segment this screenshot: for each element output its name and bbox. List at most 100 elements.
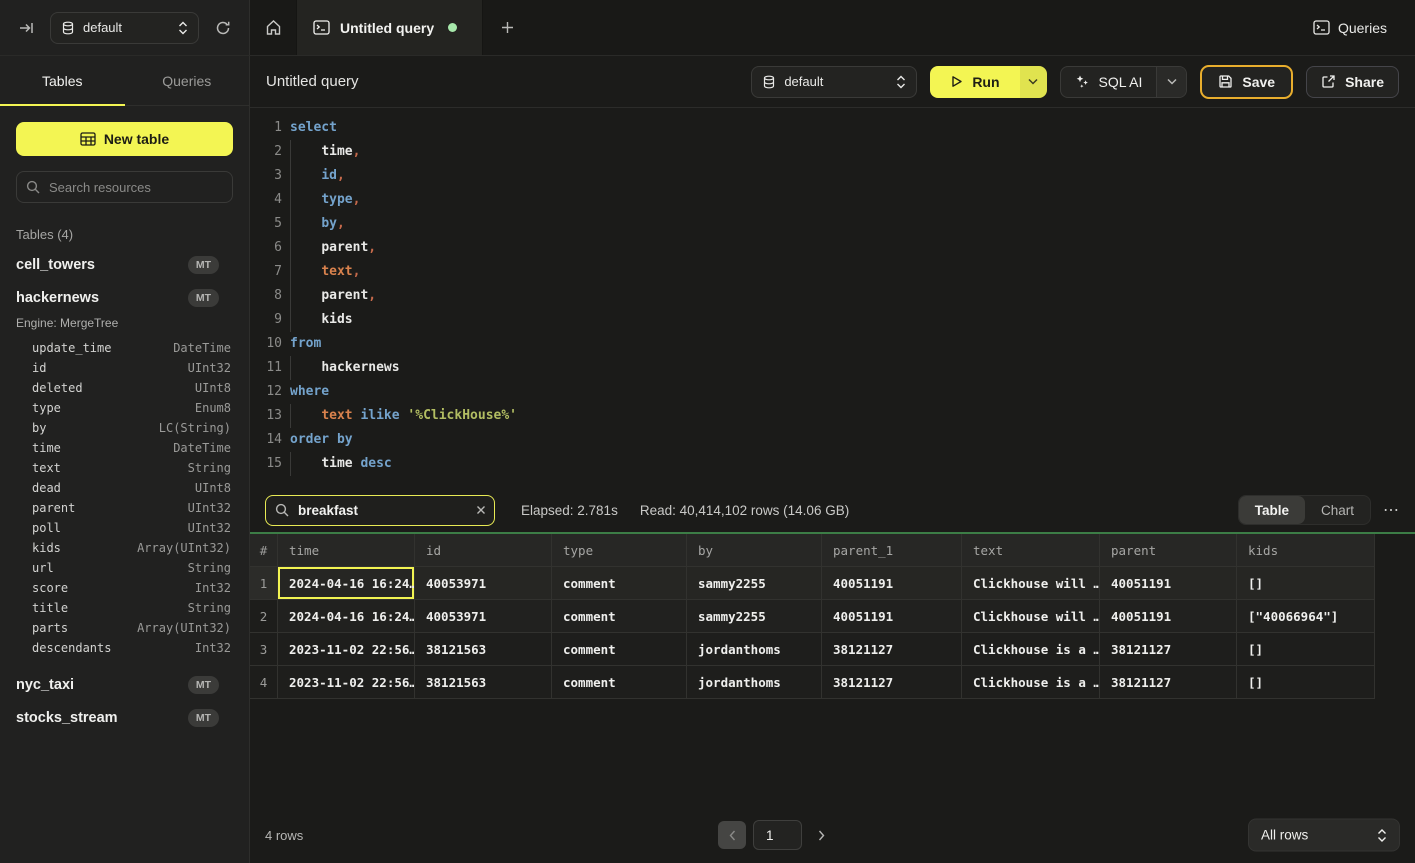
column-header[interactable]: text (962, 534, 1100, 567)
schema-column-row: textString (16, 458, 233, 478)
view-toggle: Table Chart (1238, 495, 1371, 525)
tab-untitled-query[interactable]: Untitled query (297, 0, 483, 55)
sidebar-tab-queries[interactable]: Queries (125, 56, 250, 105)
column-header[interactable]: type (552, 534, 687, 567)
table-cell[interactable]: 2024-04-16 16:24… (278, 567, 415, 600)
run-button[interactable]: Run (930, 66, 1019, 98)
line-number: 9 (250, 308, 282, 332)
table-cell[interactable]: 2024-04-16 16:24… (278, 600, 415, 633)
table-cell[interactable]: 40051191 (822, 567, 962, 600)
table-cell[interactable]: Clickhouse is a … (962, 666, 1100, 699)
results-search-input[interactable] (265, 495, 495, 526)
code-text: hackernews (290, 356, 400, 380)
column-header[interactable]: parent (1100, 534, 1237, 567)
table-cell[interactable]: 38121127 (822, 633, 962, 666)
schema-column-row: byLC(String) (16, 418, 233, 438)
table-cell[interactable]: Clickhouse will … (962, 567, 1100, 600)
view-tab-chart[interactable]: Chart (1305, 496, 1370, 524)
refresh-icon[interactable] (211, 16, 235, 40)
sql-ai-options-button[interactable] (1156, 67, 1186, 97)
column-header[interactable]: # (250, 534, 278, 567)
table-cell[interactable]: 40053971 (415, 600, 552, 633)
table-cell[interactable]: 3 (250, 633, 278, 666)
save-button[interactable]: Save (1200, 65, 1293, 99)
table-cell[interactable]: sammy2255 (687, 567, 822, 600)
sidebar-tab-tables[interactable]: Tables (0, 56, 125, 105)
table-cell[interactable]: comment (552, 600, 687, 633)
database-selector[interactable]: default (50, 12, 199, 44)
line-number: 15 (250, 452, 282, 476)
queries-button[interactable]: Queries (1313, 0, 1415, 55)
run-options-button[interactable] (1020, 66, 1047, 98)
table-cell[interactable]: sammy2255 (687, 600, 822, 633)
table-cell[interactable]: 38121563 (415, 633, 552, 666)
sql-ai-label: SQL AI (1099, 74, 1143, 90)
table-list-item[interactable]: hackernewsMT (16, 281, 233, 314)
table-cell[interactable]: [] (1237, 666, 1375, 699)
external-link-icon (1321, 74, 1336, 89)
column-header[interactable]: id (415, 534, 552, 567)
table-cell[interactable]: comment (552, 666, 687, 699)
clear-search-icon[interactable] (476, 505, 486, 515)
table-cell[interactable]: 2023-11-02 22:56… (278, 633, 415, 666)
share-button[interactable]: Share (1306, 66, 1399, 98)
table-cell[interactable]: 4 (250, 666, 278, 699)
schema-column-row: typeEnum8 (16, 398, 233, 418)
table-cell[interactable]: 40051191 (822, 600, 962, 633)
column-name: time (32, 441, 61, 455)
table-cell[interactable]: 2023-11-02 22:56… (278, 666, 415, 699)
table-grid-icon (80, 132, 96, 146)
table-cell[interactable]: 38121563 (415, 666, 552, 699)
schema-column-row: idUInt32 (16, 358, 233, 378)
tab-home[interactable] (250, 0, 297, 55)
table-cell[interactable]: [] (1237, 567, 1375, 600)
editor-line: 7 text, (250, 260, 1415, 284)
table-list-item[interactable]: cell_towersMT (16, 248, 233, 281)
page-size-selector[interactable]: All rows (1248, 819, 1400, 852)
page-number-input[interactable]: 1 (753, 820, 802, 850)
column-name: id (32, 361, 46, 375)
share-label: Share (1345, 74, 1384, 90)
table-list-item[interactable]: stocks_streamMT (16, 701, 233, 734)
table-list-item[interactable]: nyc_taxiMT (16, 668, 233, 701)
collapse-sidebar-icon[interactable] (14, 16, 38, 40)
column-header[interactable]: kids (1237, 534, 1375, 567)
table-cell[interactable]: 38121127 (822, 666, 962, 699)
table-cell[interactable]: 1 (250, 567, 278, 600)
more-options-icon[interactable]: ⋯ (1383, 500, 1400, 520)
table-cell[interactable]: 38121127 (1100, 666, 1237, 699)
table-cell[interactable]: 2 (250, 600, 278, 633)
top-bar: default Untitled query (0, 0, 1415, 56)
sql-editor[interactable]: 1select2 time,3 id,4 type,5 by,6 parent,… (250, 108, 1415, 488)
table-cell[interactable]: comment (552, 633, 687, 666)
new-tab-button[interactable] (483, 0, 531, 55)
new-table-button[interactable]: New table (16, 122, 233, 156)
column-header[interactable]: time (278, 534, 415, 567)
column-header[interactable]: by (687, 534, 822, 567)
column-header[interactable]: parent_1 (822, 534, 962, 567)
code-text: type, (290, 188, 360, 212)
table-cell[interactable]: 40051191 (1100, 567, 1237, 600)
table-cell[interactable]: 40053971 (415, 567, 552, 600)
editor-line: 11 hackernews (250, 356, 1415, 380)
sql-ai-button[interactable]: SQL AI (1061, 67, 1157, 97)
table-cell[interactable]: Clickhouse is a … (962, 633, 1100, 666)
table-cell[interactable]: 40051191 (1100, 600, 1237, 633)
query-database-selector[interactable]: default (751, 66, 917, 98)
column-name: deleted (32, 381, 83, 395)
table-cell[interactable]: Clickhouse will … (962, 600, 1100, 633)
table-name: stocks_stream (16, 710, 118, 726)
view-tab-table[interactable]: Table (1239, 496, 1305, 524)
schema-column-row: partsArray(UInt32) (16, 618, 233, 638)
search-resources-input[interactable] (16, 171, 233, 203)
table-cell[interactable]: 38121127 (1100, 633, 1237, 666)
previous-page-button[interactable] (718, 821, 746, 849)
chevron-down-icon (1167, 78, 1177, 85)
table-cell[interactable]: jordanthoms (687, 633, 822, 666)
plus-icon (500, 20, 515, 35)
table-cell[interactable]: ["40066964"] (1237, 600, 1375, 633)
table-cell[interactable]: jordanthoms (687, 666, 822, 699)
table-cell[interactable]: [] (1237, 633, 1375, 666)
next-page-button[interactable] (809, 821, 833, 849)
table-cell[interactable]: comment (552, 567, 687, 600)
